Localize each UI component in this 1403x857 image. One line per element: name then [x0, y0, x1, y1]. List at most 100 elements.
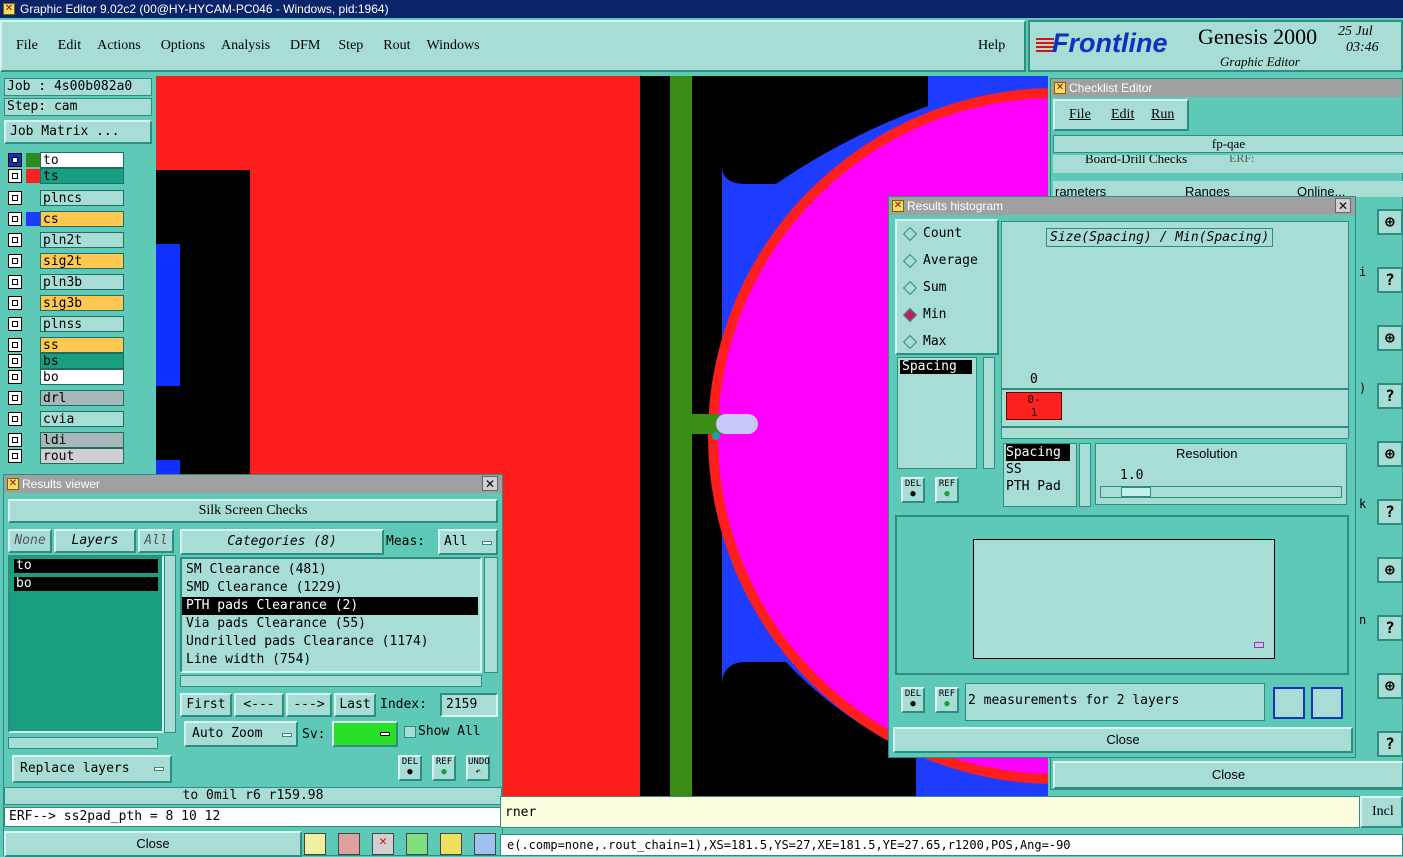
layer-color-swatch[interactable] [26, 449, 40, 463]
close-x-icon[interactable]: ✕ [1335, 198, 1351, 213]
layer-color-swatch[interactable] [26, 233, 40, 247]
layer-color-swatch[interactable] [26, 317, 40, 331]
layer-color-swatch[interactable] [26, 391, 40, 405]
layer-checkbox[interactable] [8, 191, 22, 205]
result-layer-to[interactable]: to [14, 559, 158, 573]
layer-name[interactable]: rout [40, 448, 124, 464]
layer-color-swatch[interactable] [26, 153, 40, 167]
layer-color-swatch[interactable] [26, 370, 40, 384]
layer-color-swatch[interactable] [26, 433, 40, 447]
zoom-icon[interactable]: ⊕ [1377, 673, 1403, 699]
layer-row-cs[interactable]: cs [6, 211, 124, 227]
checklist-row[interactable]: Board-Drill Checks ERF: [1053, 155, 1403, 173]
category-item[interactable]: PTH pads Clearance (2) [182, 597, 478, 615]
menu-file[interactable]: File [16, 38, 38, 54]
layer-name[interactable]: ss [40, 337, 124, 353]
layer-checkbox[interactable] [8, 433, 22, 447]
menu-edit[interactable]: Edit [58, 38, 81, 54]
layer-checkbox[interactable] [8, 169, 22, 183]
menu-actions[interactable]: Actions [97, 38, 141, 54]
all-layers-button[interactable]: All [138, 529, 174, 553]
option-count[interactable]: Count [901, 225, 995, 243]
layer-list-scrollbar[interactable] [164, 555, 176, 733]
option-sum[interactable]: Sum [901, 279, 995, 297]
close-x-icon[interactable]: ✕ [482, 476, 498, 491]
sv-color-dropdown[interactable] [332, 721, 398, 747]
checklist-menu-file[interactable]: File [1069, 107, 1091, 123]
histogram-del-icon[interactable]: DEL ● [901, 477, 925, 503]
zoom-icon[interactable]: ⊕ [1377, 325, 1403, 351]
layer-name[interactable]: plnss [40, 316, 124, 332]
layer-color-swatch[interactable] [26, 191, 40, 205]
notes-icon[interactable] [440, 833, 462, 855]
layer-color-swatch[interactable] [26, 275, 40, 289]
result-layer-bo[interactable]: bo [14, 577, 158, 591]
category-item[interactable]: Line width (754) [182, 651, 478, 669]
layer-name[interactable]: sig2t [40, 253, 124, 269]
option-average[interactable]: Average [901, 252, 995, 270]
help-icon[interactable]: ? [1377, 383, 1403, 409]
attr-item[interactable]: Spacing [1006, 444, 1070, 461]
layer-row-sig3b[interactable]: sig3b [6, 295, 124, 311]
zoom-icon[interactable]: ⊕ [1377, 557, 1403, 583]
include-button[interactable]: Incl [1360, 796, 1403, 828]
help-icon[interactable]: ? [1377, 615, 1403, 641]
show-all-checkbox[interactable] [404, 726, 416, 738]
histogram-bar[interactable]: 0- 1 [1006, 392, 1062, 420]
layer-row-ts[interactable]: ts [6, 168, 124, 184]
menu-analysis[interactable]: Analysis [221, 38, 270, 54]
layer-checkbox[interactable] [8, 338, 22, 352]
layer-color-swatch[interactable] [26, 212, 40, 226]
layer-row-ss[interactable]: ss [6, 337, 124, 353]
attr-item[interactable]: PTH Pad [1006, 478, 1076, 495]
export-icon[interactable] [1273, 687, 1305, 719]
category-item[interactable]: Via pads Clearance (55) [182, 615, 478, 633]
replace-layers-dropdown[interactable]: Replace layers [12, 755, 172, 783]
last-button[interactable]: Last [334, 693, 376, 717]
resolution-slider[interactable] [1100, 486, 1342, 498]
layer-color-swatch[interactable] [26, 254, 40, 268]
layer-result-list[interactable]: to bo [8, 555, 164, 733]
zoom-icon[interactable]: ⊕ [1377, 441, 1403, 467]
menu-rout[interactable]: Rout [383, 38, 410, 54]
none-button[interactable]: None [8, 529, 52, 553]
layer-checkbox[interactable] [8, 275, 22, 289]
category-item[interactable]: SMD Clearance (1229) [182, 579, 478, 597]
layer-row-plncs[interactable]: plncs [6, 190, 124, 206]
histogram-ref-icon[interactable]: REF ● [935, 477, 959, 503]
layer-color-swatch[interactable] [26, 338, 40, 352]
import-icon[interactable] [1311, 687, 1343, 719]
menu-windows[interactable]: Windows [427, 38, 480, 54]
histogram-list-scrollbar[interactable] [983, 357, 995, 469]
layer-row-pln2t[interactable]: pln2t [6, 232, 124, 248]
sort-icon[interactable] [304, 833, 326, 855]
layer-checkbox[interactable] [8, 233, 22, 247]
layer-row-drl[interactable]: drl [6, 390, 124, 406]
help-icon[interactable]: ? [1377, 499, 1403, 525]
auto-zoom-dropdown[interactable]: Auto Zoom [184, 721, 298, 747]
preview-ref-icon[interactable]: REF ● [935, 687, 959, 713]
refresh-icon[interactable] [406, 833, 428, 855]
report-icon[interactable] [338, 833, 360, 855]
histogram-icon[interactable] [474, 833, 496, 855]
layer-checkbox[interactable] [8, 354, 22, 368]
help-icon[interactable]: ? [1377, 731, 1403, 757]
help-icon[interactable]: ? [1377, 267, 1403, 293]
layer-row-ldi[interactable]: ldi [6, 432, 124, 448]
layer-checkbox[interactable] [8, 370, 22, 384]
zoom-icon[interactable]: ⊕ [1377, 209, 1403, 235]
del-icon[interactable]: DEL ● [398, 755, 422, 781]
checklist-menu-edit[interactable]: Edit [1111, 107, 1134, 123]
radio-icon[interactable] [902, 226, 918, 242]
layer-color-swatch[interactable] [26, 296, 40, 310]
category-item[interactable]: Undrilled pads Clearance (1174) [182, 633, 478, 651]
next-button[interactable]: ---> [286, 693, 332, 717]
histogram-hscroll[interactable] [1001, 427, 1349, 439]
layer-row-bs[interactable]: bs [6, 353, 124, 369]
category-hscrollbar[interactable] [180, 675, 482, 687]
prev-button[interactable]: <--- [234, 693, 284, 717]
layer-name[interactable]: pln3b [40, 274, 124, 290]
ref-icon[interactable]: REF ● [432, 755, 456, 781]
category-scrollbar[interactable] [484, 557, 498, 673]
layer-name[interactable]: cvia [40, 411, 124, 427]
